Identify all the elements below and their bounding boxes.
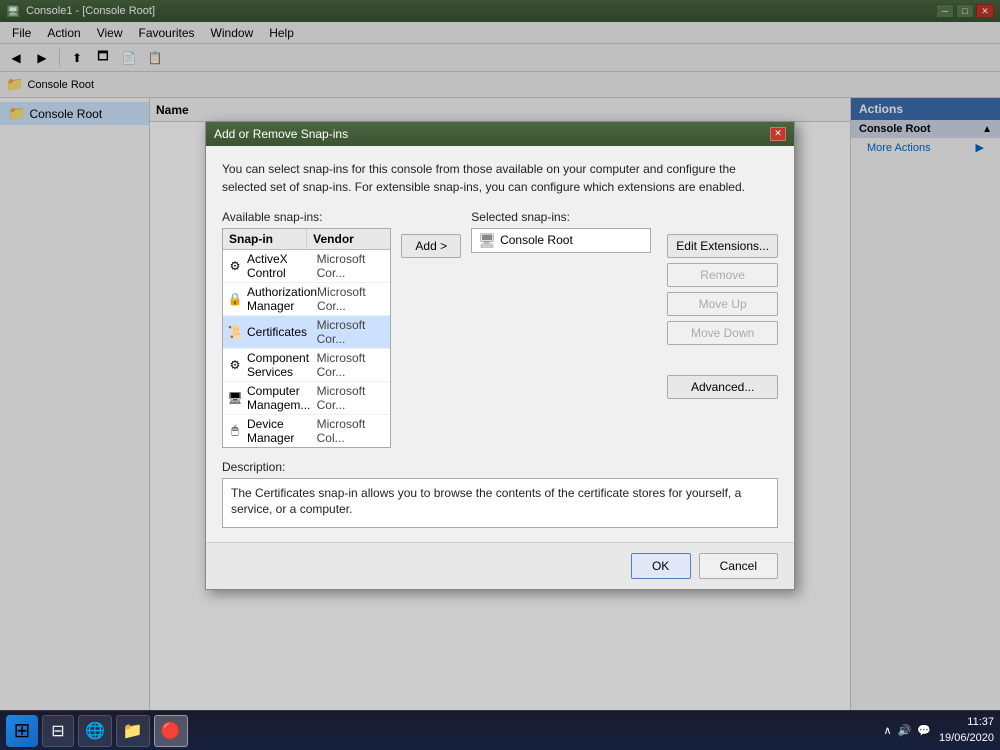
snapin-list-header: Snap-in Vendor [223,229,390,250]
taskbar-right: ∧ 🔊 💬 11:37 19/06/2020 [883,715,994,746]
available-snapins-container: Available snap-ins: Snap-in Vendor ⚙ Act… [222,210,391,448]
snapin-name: Certificates [247,325,317,339]
description-box: The Certificates snap-in allows you to b… [222,478,778,528]
taskbar-app-browser[interactable]: 🌐 [78,715,112,747]
list-item[interactable]: 🖥 Computer Managem... Microsoft Cor... [223,382,390,415]
dialog-columns: Available snap-ins: Snap-in Vendor ⚙ Act… [222,210,778,448]
available-label: Available snap-ins: [222,210,391,224]
edit-extensions-button[interactable]: Edit Extensions... [667,234,778,258]
time-display: 11:37 [939,715,994,730]
tray-message-icon[interactable]: 💬 [917,724,931,737]
list-item[interactable]: 📜 Certificates Microsoft Cor... [223,316,390,349]
start-button[interactable]: ⊞ [6,715,38,747]
move-up-button[interactable]: Move Up [667,292,778,316]
taskbar-app-explorer[interactable]: 📁 [116,715,150,747]
available-snapins-list[interactable]: Snap-in Vendor ⚙ ActiveX Control Microso… [222,228,391,448]
header-snapin: Snap-in [223,229,307,249]
cancel-button[interactable]: Cancel [699,553,778,579]
add-button[interactable]: Add > [401,234,461,258]
add-remove-snapins-dialog: Add or Remove Snap-ins ✕ You can select … [205,121,795,590]
add-button-column: Add > [401,210,461,258]
snapin-name: Authorization Manager [247,285,317,313]
snapin-name: Device Manager [247,417,317,445]
selected-snapins-container: Selected snap-ins: 🖥 Console Root [471,210,651,253]
dialog-close-button[interactable]: ✕ [770,127,786,141]
modal-overlay: Add or Remove Snap-ins ✕ You can select … [0,0,1000,710]
snapin-icon: ⚙ [227,357,243,373]
header-vendor: Vendor [307,229,390,249]
snapin-vendor: Microsoft Cor... [317,351,387,379]
snapin-icon: 🔒 [227,291,243,307]
tray-arrow-icon[interactable]: ∧ [883,724,891,737]
description-label: Description: [222,460,778,474]
taskbar-clock[interactable]: 11:37 19/06/2020 [939,715,994,746]
selected-label: Selected snap-ins: [471,210,651,224]
snapin-vendor: Microsoft Col... [317,417,387,445]
start-icon: ⊞ [14,718,31,743]
list-item[interactable]: 🔒 Authorization Manager Microsoft Cor... [223,283,390,316]
snapin-icon: 🖥 [227,390,243,406]
tray-icons: ∧ 🔊 💬 [883,724,930,737]
list-item[interactable]: 🖱 Device Manager Microsoft Col... [223,415,390,448]
selected-item-icon: 🖥 [478,232,496,249]
ok-button[interactable]: OK [631,553,691,579]
move-down-button[interactable]: Move Down [667,321,778,345]
snapin-name: Component Services [247,351,317,379]
snapin-name: Computer Managem... [247,384,317,412]
selected-item-name: Console Root [500,233,573,247]
snapin-icon: 🖱 [227,423,243,439]
list-item[interactable]: ⚙ ActiveX Control Microsoft Cor... [223,250,390,283]
description-section: Description: The Certificates snap-in al… [222,460,778,528]
dialog-title-controls: ✕ [770,127,786,141]
tray-volume-icon[interactable]: 🔊 [898,724,912,737]
date-display: 19/06/2020 [939,731,994,746]
dialog-footer: OK Cancel [206,542,794,589]
advanced-button[interactable]: Advanced... [667,375,778,399]
dialog-description: You can select snap-ins for this console… [222,160,778,196]
remove-button[interactable]: Remove [667,263,778,287]
snapin-icon: 📜 [227,324,243,340]
snapin-name: ActiveX Control [247,252,317,280]
taskbar-app-search[interactable]: ⊟ [42,715,74,747]
snapin-vendor: Microsoft Cor... [317,384,387,412]
dialog-body: You can select snap-ins for this console… [206,146,794,542]
list-item[interactable]: ⚙ Component Services Microsoft Cor... [223,349,390,382]
snapin-icon: ⚙ [227,258,243,274]
dialog-title: Add or Remove Snap-ins [214,127,348,141]
dialog-title-bar: Add or Remove Snap-ins ✕ [206,122,794,146]
selected-actions: Edit Extensions... Remove Move Up Move D… [661,210,778,399]
list-item[interactable]: 🖥 Console Root [472,229,650,252]
snapin-vendor: Microsoft Cor... [317,318,387,346]
snapin-vendor: Microsoft Cor... [317,285,386,313]
snapin-vendor: Microsoft Cor... [317,252,387,280]
selected-snapins-list[interactable]: 🖥 Console Root [471,228,651,253]
taskbar-app-console[interactable]: 🔴 [154,715,188,747]
taskbar: ⊞ ⊟ 🌐 📁 🔴 ∧ 🔊 💬 11:37 19/06/2020 [0,710,1000,750]
